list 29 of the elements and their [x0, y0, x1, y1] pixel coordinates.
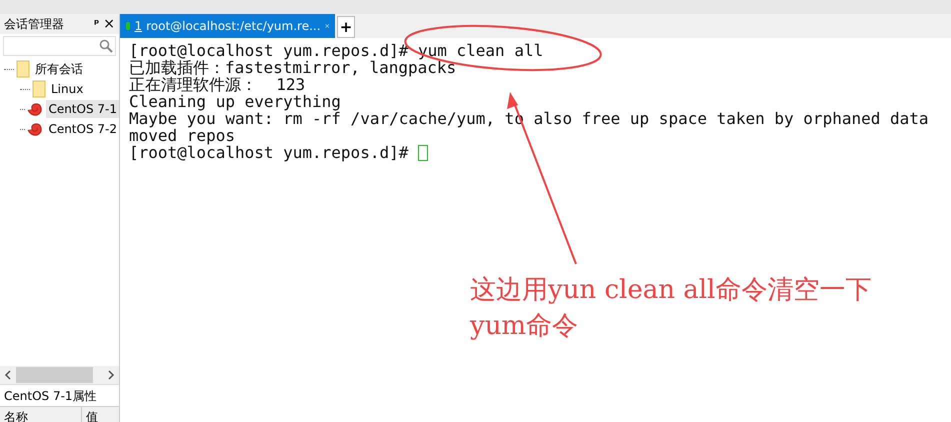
properties-title: CentOS 7-1属性 — [4, 388, 97, 404]
new-tab-button[interactable]: + — [337, 16, 355, 38]
terminal-line: [root@localhost yum.repos.d]# yum clean all — [129, 42, 544, 59]
close-button[interactable]: × — [103, 14, 115, 34]
terminal-line: [root@localhost yum.repos.d]# — [129, 144, 410, 161]
tab-number: 1 — [134, 18, 142, 35]
swirl-icon — [27, 102, 44, 116]
tab-title: root@localhost:/etc/yum.re... — [146, 18, 321, 35]
tree-item[interactable]: 所有会话 — [33, 60, 85, 78]
terminal-line: moved repos — [129, 127, 235, 144]
search-icon — [99, 39, 113, 53]
tree-item[interactable]: CentOS 7-1 — [46, 100, 119, 118]
session-tab[interactable]: 1 root@localhost:/etc/yum.re... — [120, 14, 335, 38]
folder-icon — [32, 80, 46, 98]
terminal-line: Cleaning up everything — [129, 93, 341, 110]
tree-item[interactable]: CentOS 7-2 — [46, 120, 119, 138]
terminal-line: 正在清理软件源： 123 — [129, 76, 306, 93]
tree-item[interactable]: Linux — [49, 80, 86, 98]
folder-icon — [16, 60, 30, 78]
horizontal-scrollbar[interactable] — [0, 366, 119, 384]
search-field[interactable] — [3, 36, 116, 56]
terminal-line: 已加载插件：fastestmirror, langpacks — [129, 59, 456, 76]
swirl-icon — [27, 122, 44, 136]
close-icon[interactable] — [324, 22, 329, 30]
pin-button[interactable]: ᵖ — [94, 16, 100, 32]
annotation-text: 这边用yun clean all命令清空一下yum命令 — [470, 274, 872, 343]
terminal[interactable] — [120, 38, 951, 422]
cursor — [418, 144, 428, 160]
panel-title: 会话管理器 — [4, 16, 64, 33]
